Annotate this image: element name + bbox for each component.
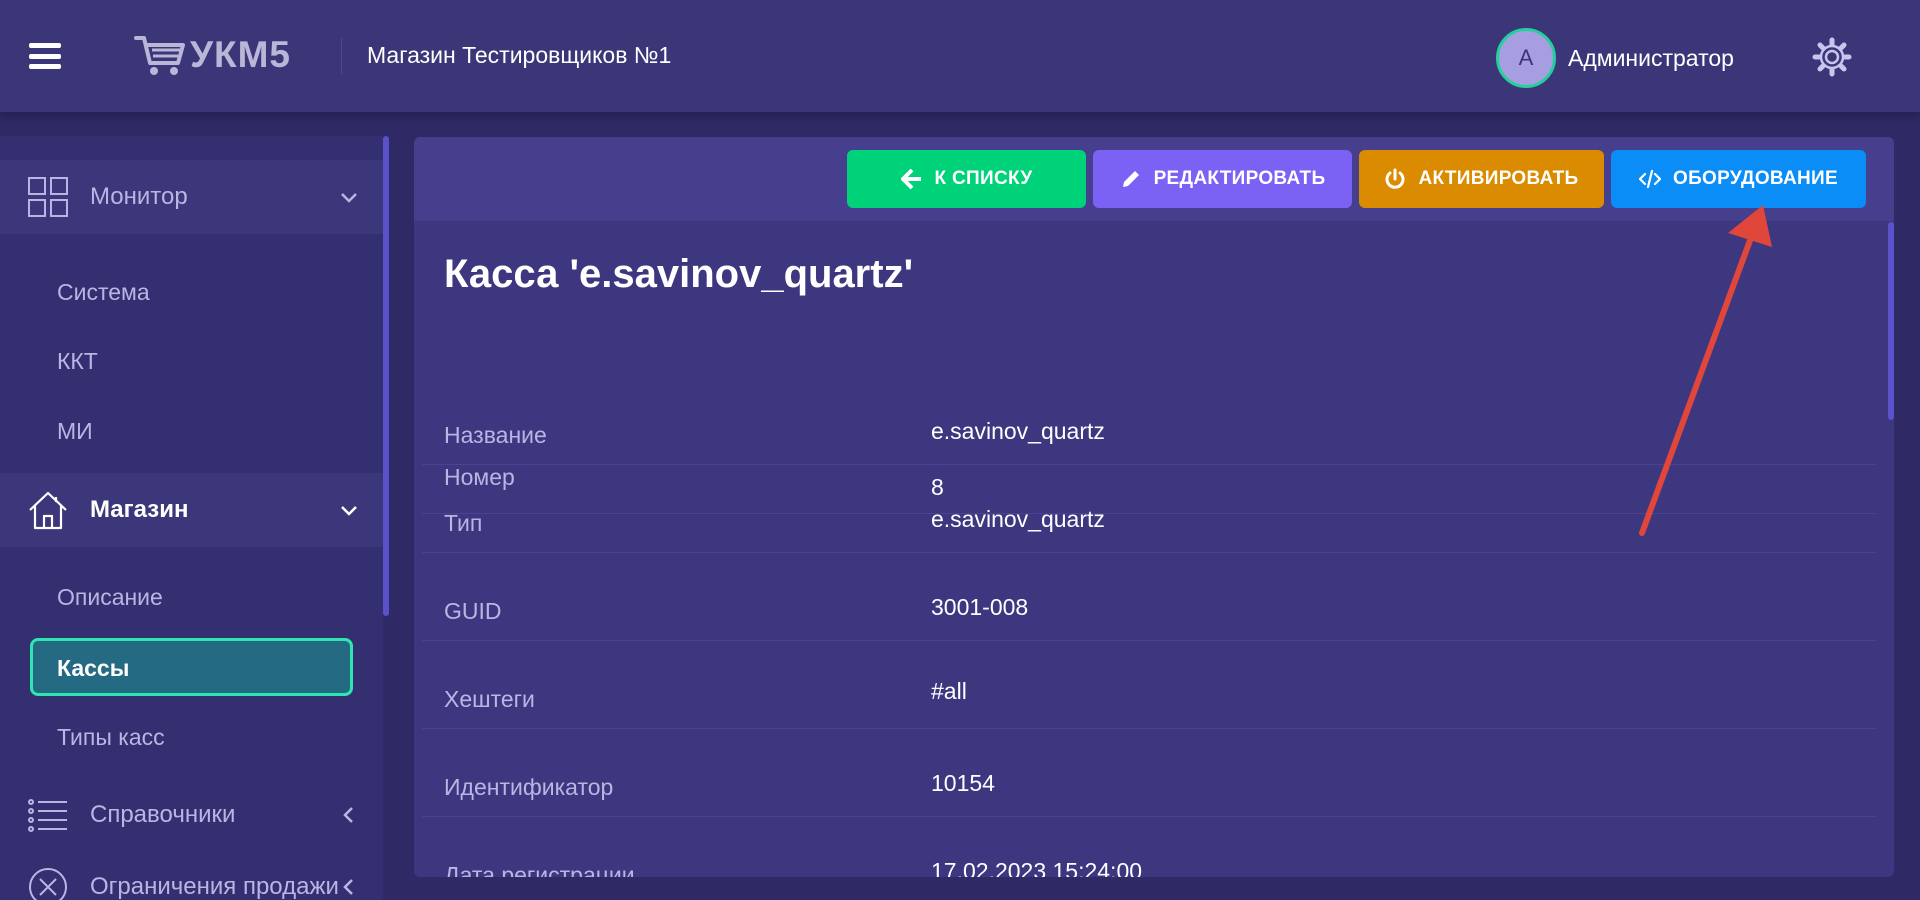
row-label: Идентификатор [444,774,614,800]
chevron-down-icon [341,506,357,516]
sidebar-item-mi[interactable]: МИ [57,418,93,445]
detail-row-identifier: Идентификатор 10154 [422,729,1876,817]
sidebar-item-cash-registers[interactable]: Кассы [30,638,353,696]
sidebar-item-label: Кассы [57,655,130,681]
top-header: УКМ5 Магазин Тестировщиков №1 А Админист… [0,0,1920,112]
cart-icon [134,36,185,75]
store-name: Магазин Тестировщиков №1 [367,42,672,68]
user-name[interactable]: Администратор [1568,45,1734,72]
avatar[interactable]: А [1496,28,1556,88]
sidebar-section-references[interactable]: Справочники [0,778,383,852]
sidebar: Монитор Система ККТ МИ Магазин Описание … [0,136,383,900]
sidebar-section-label: Ограничения продажи [90,873,339,900]
circle-x-icon [29,868,67,900]
detail-row-registration-date: Дата регистрации 17.02.2023 15:24:00 [422,817,1876,877]
row-value: 3001-008 [931,594,1029,620]
gear-icon[interactable] [1812,37,1852,77]
sidebar-section-monitor[interactable]: Монитор [0,160,383,234]
sidebar-item-kkt[interactable]: ККТ [57,348,98,375]
sidebar-section-label: Магазин [90,496,189,523]
row-value: #all [931,678,967,704]
grid-icon [28,177,68,217]
panel-scrollbar[interactable] [1888,222,1894,420]
home-icon [29,491,67,530]
row-label: Хештеги [444,686,535,712]
sidebar-item-cash-types[interactable]: Типы касс [57,724,165,751]
sidebar-scrollbar[interactable] [383,136,389,616]
detail-row-hashtags: Хештеги #all [422,641,1876,729]
row-label: Дата регистрации [444,862,635,877]
sidebar-item-description[interactable]: Описание [57,584,163,611]
sidebar-section-sale-restrictions[interactable]: Ограничения продажи [0,850,383,900]
row-value: e.savinov_quartz [931,418,1105,444]
list-icon [28,799,67,832]
detail-row-guid: GUID 3001-008 [422,553,1876,641]
logo-text: УКМ5 [190,34,291,75]
row-label: GUID [444,598,502,624]
header-divider [341,38,342,74]
chevron-down-icon [341,193,357,203]
sidebar-section-store[interactable]: Магазин [0,473,383,547]
hamburger-menu-icon[interactable] [29,43,61,69]
sidebar-section-label: Справочники [90,801,236,828]
chevron-left-icon [343,807,353,823]
sidebar-item-system[interactable]: Система [57,279,150,306]
annotation-arrow-icon [1639,205,1772,536]
row-value: e.savinov_quartz [931,506,1105,532]
row-value: 17.02.2023 15:24:00 [931,858,1143,877]
row-label: Название [444,422,547,448]
row-label: Тип [444,510,483,536]
app-logo[interactable]: УКМ5 [134,32,291,78]
sidebar-section-label: Монитор [90,183,188,210]
row-value: 10154 [931,770,995,796]
chevron-left-icon [343,879,353,895]
avatar-letter: А [1518,45,1534,70]
